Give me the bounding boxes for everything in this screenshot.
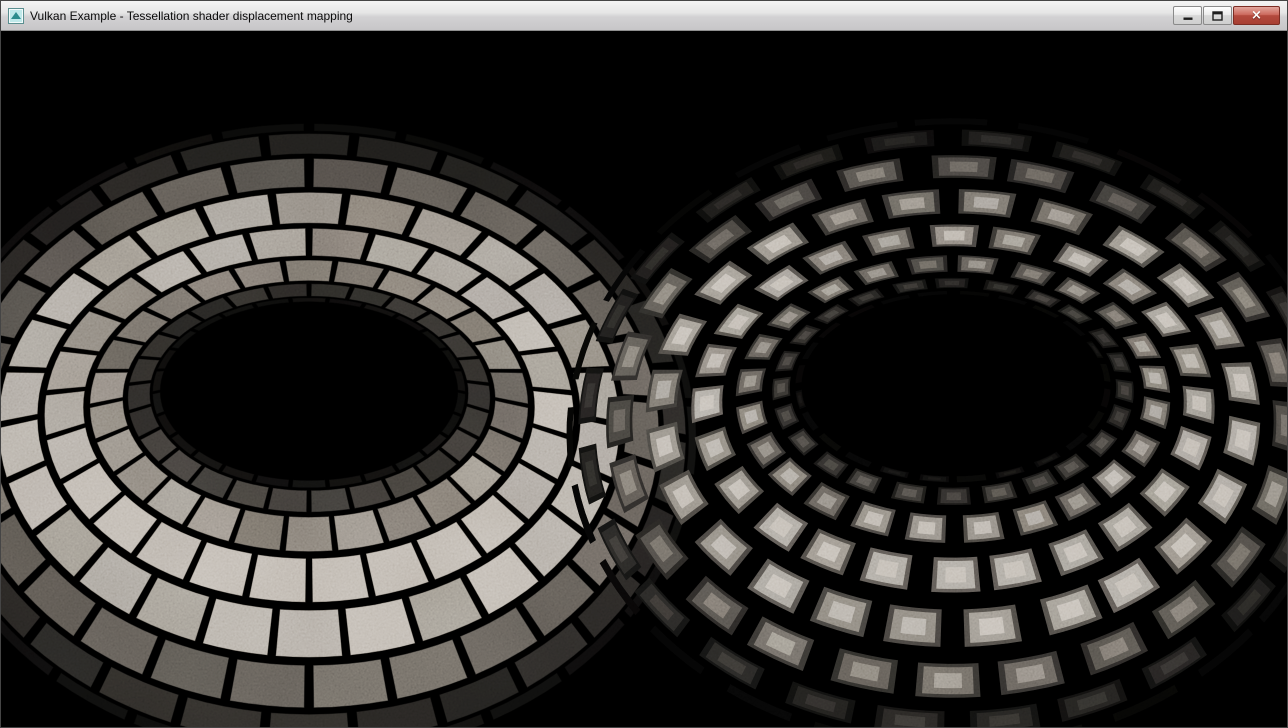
window-controls: ×: [1173, 6, 1280, 25]
window-title: Vulkan Example - Tessellation shader dis…: [30, 9, 353, 23]
close-button[interactable]: ×: [1233, 6, 1280, 25]
titlebar[interactable]: Vulkan Example - Tessellation shader dis…: [1, 1, 1287, 31]
close-icon: ×: [1251, 9, 1262, 22]
minimize-button[interactable]: [1173, 6, 1202, 25]
mottle-noise-overlay: [1, 31, 1287, 727]
render-area: [1, 31, 1287, 727]
vulkan-example-window: Vulkan Example - Tessellation shader dis…: [0, 0, 1288, 728]
maximize-button[interactable]: [1203, 6, 1232, 25]
app-icon: [8, 8, 24, 24]
maximize-icon: [1212, 11, 1223, 21]
minimize-icon: [1183, 11, 1193, 21]
vulkan-render-viewport[interactable]: [1, 31, 1287, 727]
